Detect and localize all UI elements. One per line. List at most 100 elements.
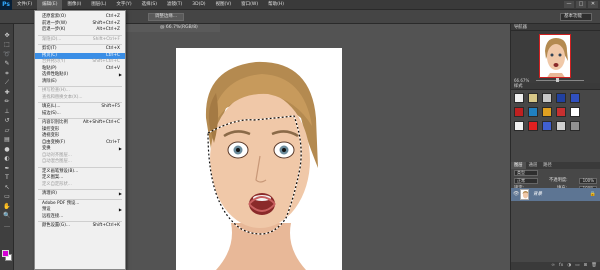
healing-tool-icon[interactable]: ✚ [2, 89, 12, 97]
gradient-tool-icon[interactable]: ▤ [2, 136, 12, 144]
style-swatch[interactable] [514, 93, 524, 103]
new-group-icon[interactable]: ▭ [575, 262, 579, 270]
add-mask-icon[interactable]: ◑ [567, 262, 571, 270]
lasso-tool-icon[interactable]: ➰ [2, 51, 12, 59]
menu-item-shortcut: Alt+Ctrl+Z [96, 27, 120, 32]
zoom-tool-icon[interactable]: 🔍 [2, 212, 12, 220]
more-tools-icon[interactable]: … [2, 222, 12, 230]
layers-panel-tabs: 图层 通道 路径 [511, 162, 600, 169]
menu-separator [38, 102, 122, 103]
edit-menu-item[interactable]: 后退一步(K) Alt+Ctrl+Z [35, 27, 125, 34]
blur-tool-icon[interactable]: ● [2, 146, 12, 154]
tab-channels[interactable]: 通道 [526, 162, 541, 169]
eyedropper-tool-icon[interactable]: ⟋ [2, 79, 12, 87]
menu-item-label: 粘贴(P) [42, 65, 57, 71]
menu-item[interactable]: 图层(L) [86, 0, 111, 10]
menu-item-label: 拼写检查(H)... [42, 88, 70, 93]
style-swatch[interactable] [528, 107, 538, 117]
menu-item[interactable]: 滤镜(T) [162, 0, 187, 10]
style-swatch[interactable] [570, 107, 580, 117]
edit-menu-item: 自动混合图层... [35, 159, 125, 166]
menu-item[interactable]: 编辑(E) [37, 0, 63, 10]
menu-separator [38, 118, 122, 119]
edit-menu-item[interactable]: 颜色设置(G)... Shift+Ctrl+K [35, 223, 125, 230]
zoom-slider-track[interactable] [536, 80, 584, 81]
edit-menu-item[interactable]: 描边(S)... [35, 111, 125, 118]
style-swatch[interactable] [556, 107, 566, 117]
style-swatch[interactable] [528, 121, 538, 131]
menu-item[interactable]: 窗口(W) [236, 0, 263, 10]
new-layer-icon[interactable]: ⊞ [584, 262, 588, 270]
menu-item[interactable]: 3D(D) [187, 0, 210, 10]
refine-edge-button[interactable]: 调整边缘... [148, 13, 184, 21]
zoom-value: 66.67% [514, 78, 530, 83]
menu-item-label: 颜色设置(G)... [42, 223, 70, 228]
menu-item-label: 填充(L)... [42, 104, 61, 109]
crop-tool-icon[interactable]: ⌗ [2, 70, 12, 78]
blend-mode-select[interactable]: 正常 [514, 178, 538, 184]
menu-item-label: 变换 [42, 146, 51, 151]
style-swatch[interactable] [514, 107, 524, 117]
visibility-eye-icon[interactable]: 👁 [513, 188, 519, 201]
layer-kind-select[interactable]: 类型 [514, 170, 538, 176]
edit-menu-item: 定义自定形状... [35, 182, 125, 189]
link-layers-icon[interactable]: ∞ [551, 262, 555, 270]
menu-item[interactable]: 文件(F) [12, 0, 37, 10]
eraser-tool-icon[interactable]: ▱ [2, 127, 12, 135]
tab-paths[interactable]: 路径 [540, 162, 555, 169]
shape-tool-icon[interactable]: ▭ [2, 193, 12, 201]
maximize-button[interactable]: □ [576, 1, 586, 8]
edit-menu-item[interactable]: 远程连接... [35, 214, 125, 221]
type-tool-icon[interactable]: T [2, 174, 12, 182]
dodge-tool-icon[interactable]: ◐ [2, 155, 12, 163]
quick-select-tool-icon[interactable]: ✎ [2, 60, 12, 68]
pen-tool-icon[interactable]: ✒ [2, 165, 12, 173]
foreground-color-swatch[interactable] [2, 250, 9, 257]
style-swatch[interactable] [528, 93, 538, 103]
minimize-button[interactable]: — [564, 1, 574, 8]
workspace-select[interactable]: 基本功能 [560, 13, 592, 21]
navigator-thumbnail[interactable] [539, 34, 571, 78]
layer-name: 背景 [533, 192, 542, 197]
menu-item-label: 后退一步(K) [42, 27, 66, 32]
tools-panel: ✥ ⬚ ➰ ✎ ⌗ ⟋ ✚ ✏ ⊥ ↺ ▱ ▤ ● ◐ ✒ T ↖ ▭ ✋ 🔍 … [0, 24, 14, 270]
edit-menu-item[interactable]: 清除(E) [35, 79, 125, 86]
history-brush-tool-icon[interactable]: ↺ [2, 117, 12, 125]
menu-separator [38, 166, 122, 168]
layer-row-background[interactable]: 👁 背景 🔒 [511, 188, 600, 201]
menu-item-label: 内容识别比例 [42, 120, 68, 125]
opacity-input[interactable]: 100% [579, 178, 597, 184]
path-select-tool-icon[interactable]: ↖ [2, 184, 12, 192]
styles-panel-tab[interactable]: 样式 [511, 83, 600, 90]
edit-menu-item[interactable]: 清理(R) ▶ [35, 191, 125, 198]
marquee-tool-icon[interactable]: ⬚ [2, 41, 12, 49]
style-swatch[interactable] [570, 93, 580, 103]
navigator-panel-tab[interactable]: 导航器 [511, 24, 600, 31]
menu-item-label: 自动对齐图层... [42, 152, 72, 158]
move-tool-icon[interactable]: ✥ [2, 32, 12, 40]
menu-separator [38, 221, 122, 222]
style-swatch[interactable] [570, 121, 580, 131]
style-swatch[interactable] [542, 121, 552, 131]
menu-item[interactable]: 视图(V) [211, 0, 237, 10]
style-swatch[interactable] [542, 93, 552, 103]
layer-filter-row: 类型 [511, 169, 600, 177]
canvas-photo[interactable] [176, 48, 342, 270]
zoom-slider-handle[interactable] [556, 78, 559, 82]
brush-tool-icon[interactable]: ✏ [2, 98, 12, 106]
menu-item[interactable]: 帮助(H) [263, 0, 289, 10]
delete-layer-icon[interactable]: 🗑 [591, 262, 597, 270]
menu-item[interactable]: 图像(I) [62, 0, 86, 10]
close-button[interactable]: ✕ [588, 1, 598, 8]
add-style-icon[interactable]: fx [559, 262, 563, 270]
hand-tool-icon[interactable]: ✋ [2, 203, 12, 211]
menu-item[interactable]: 选择(S) [137, 0, 162, 10]
stamp-tool-icon[interactable]: ⊥ [2, 108, 12, 116]
style-swatch[interactable] [556, 121, 566, 131]
style-swatch[interactable] [514, 121, 524, 131]
style-swatch[interactable] [542, 107, 552, 117]
style-swatch[interactable] [556, 93, 566, 103]
menu-item[interactable]: 文字(Y) [111, 0, 136, 10]
menu-separator [38, 86, 122, 87]
tab-layers[interactable]: 图层 [511, 162, 526, 169]
